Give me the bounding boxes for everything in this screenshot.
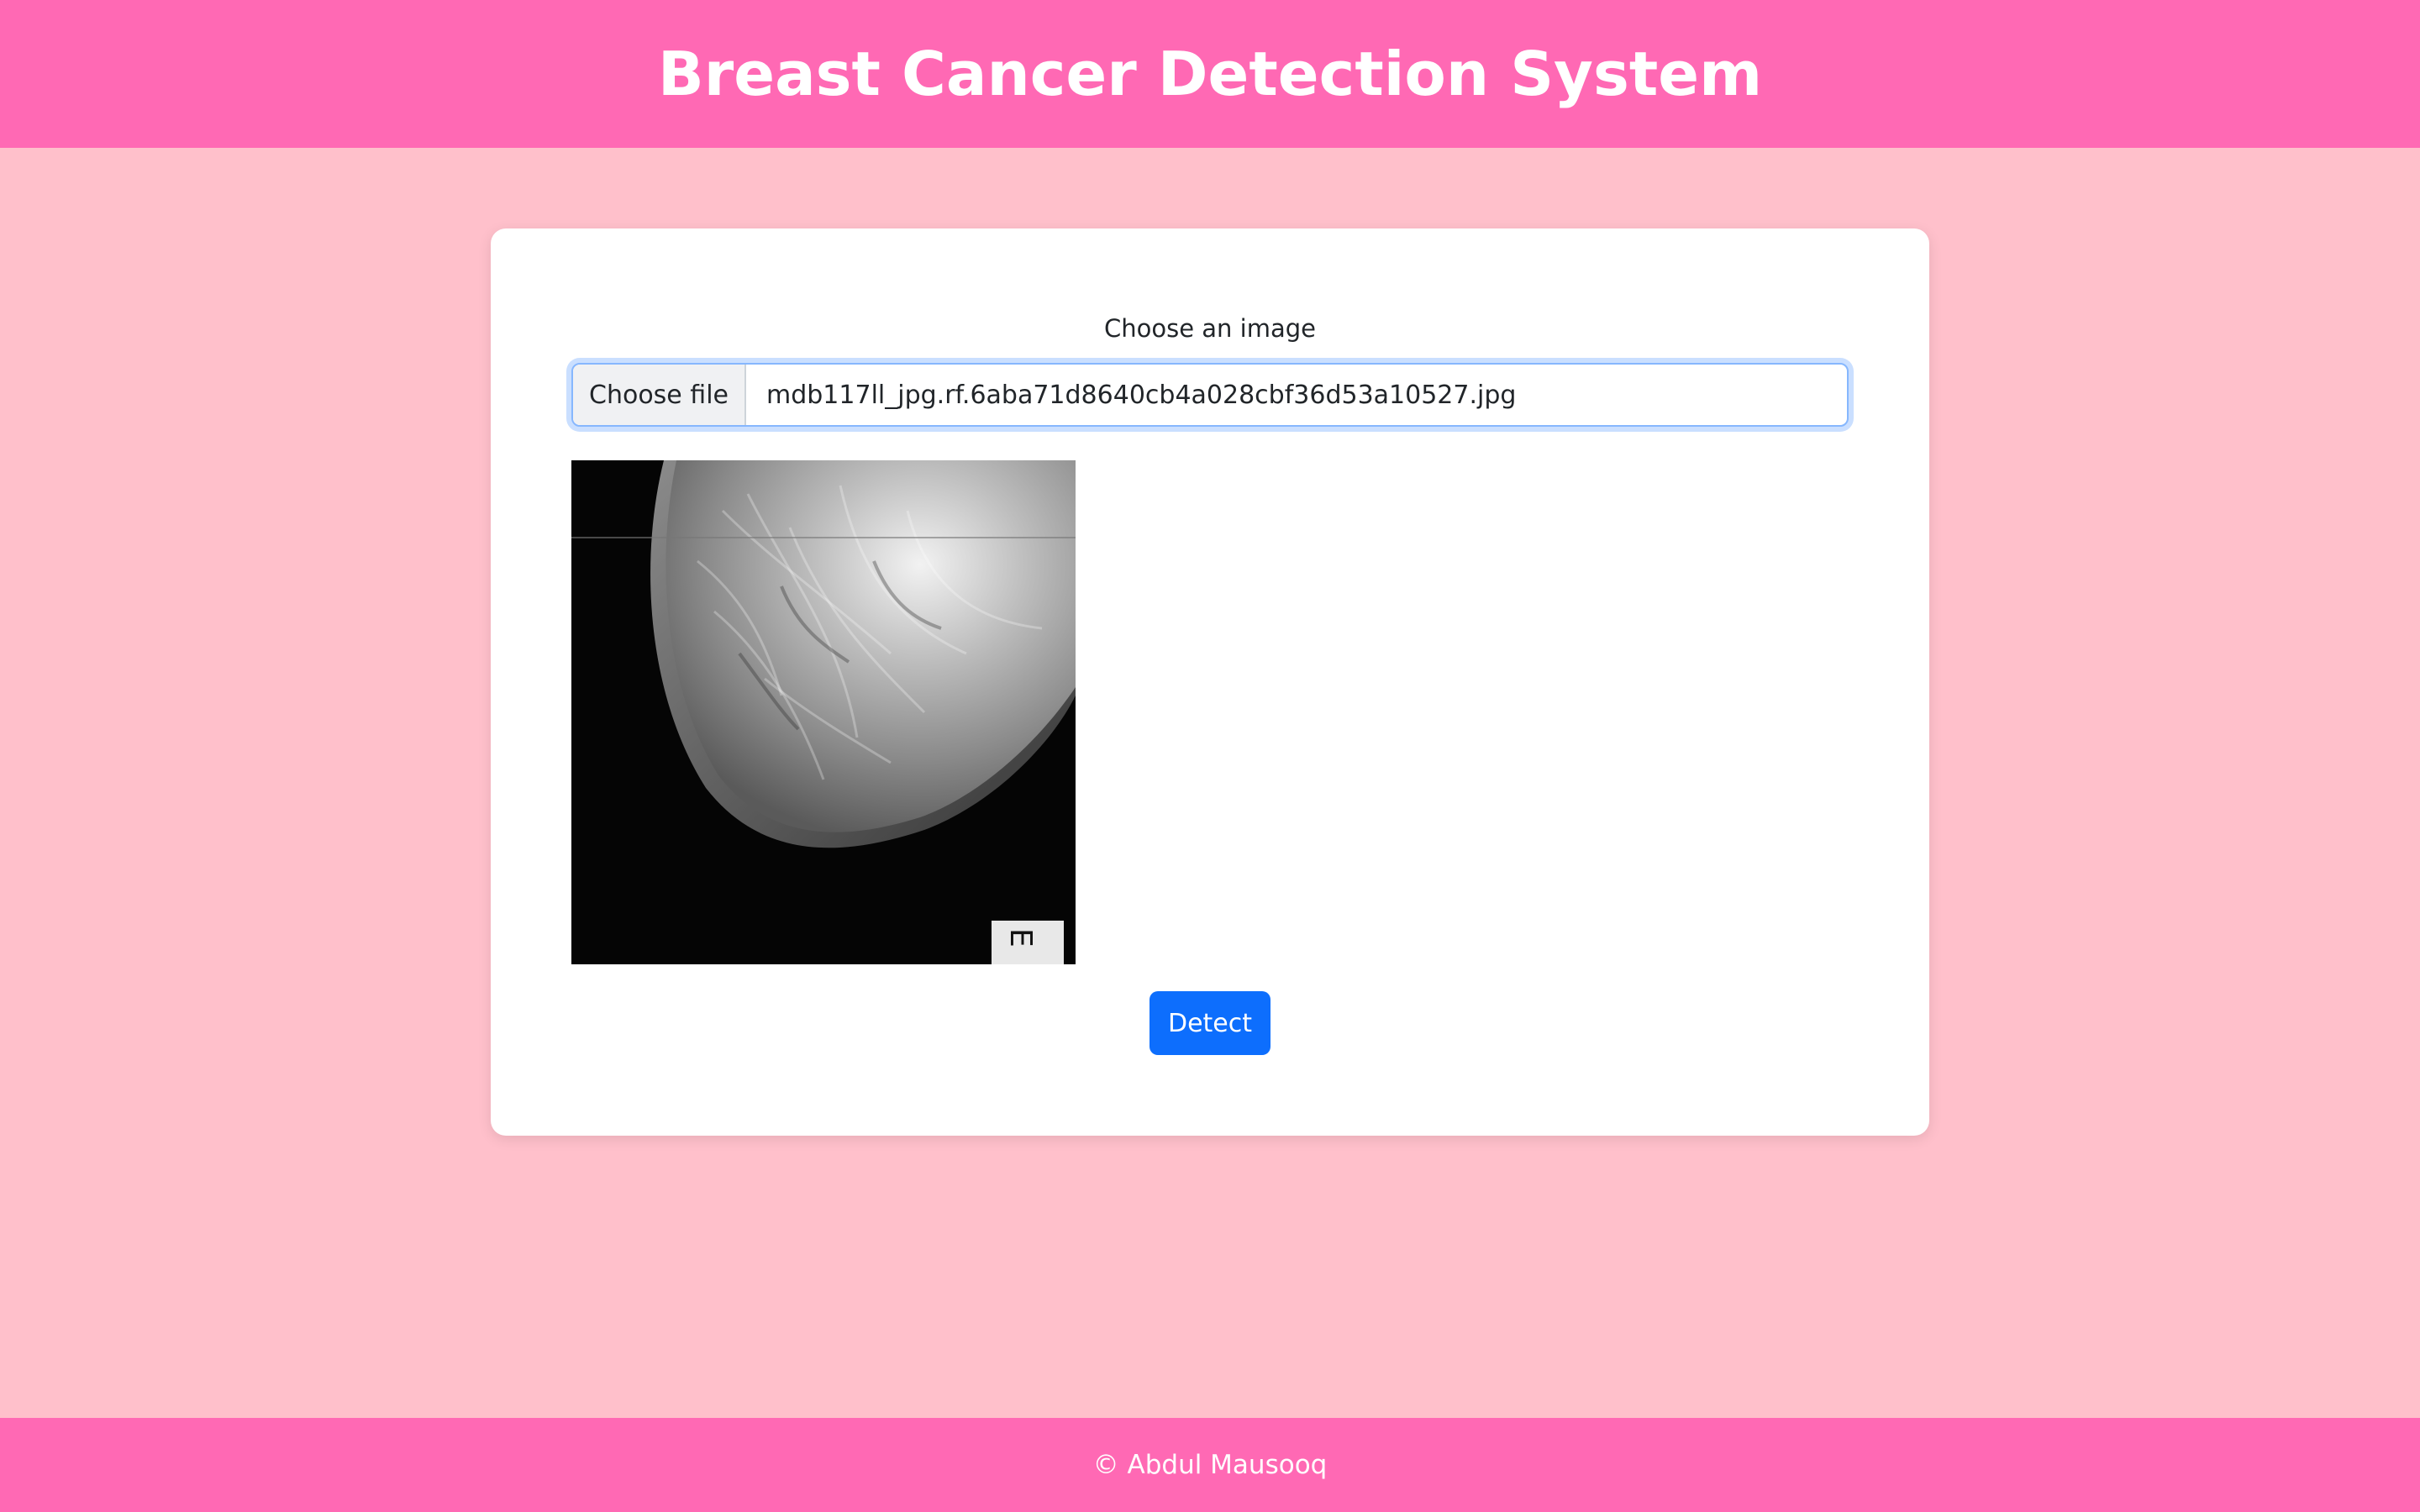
selected-file-name: mdb117ll_jpg.rf.6aba71d8640cb4a028cbf36d… (766, 380, 1517, 410)
choose-file-button[interactable]: Choose file (573, 365, 746, 425)
copyright-text: © Abdul Mausooq (1092, 1450, 1328, 1480)
detect-button[interactable]: Detect (1150, 991, 1270, 1055)
page-footer: © Abdul Mausooq (0, 1418, 2420, 1512)
image-preview: E (571, 460, 1076, 964)
mammogram-image: E (571, 460, 1076, 964)
page-title: Breast Cancer Detection System (657, 39, 1763, 109)
image-file-input[interactable]: Choose file mdb117ll_jpg.rf.6aba71d8640c… (571, 363, 1849, 427)
upload-card: Choose an image Choose file mdb117ll_jpg… (491, 228, 1929, 1136)
svg-text:E: E (1003, 928, 1038, 948)
page-header: Breast Cancer Detection System (0, 0, 2420, 148)
choose-image-label: Choose an image (1104, 314, 1316, 343)
